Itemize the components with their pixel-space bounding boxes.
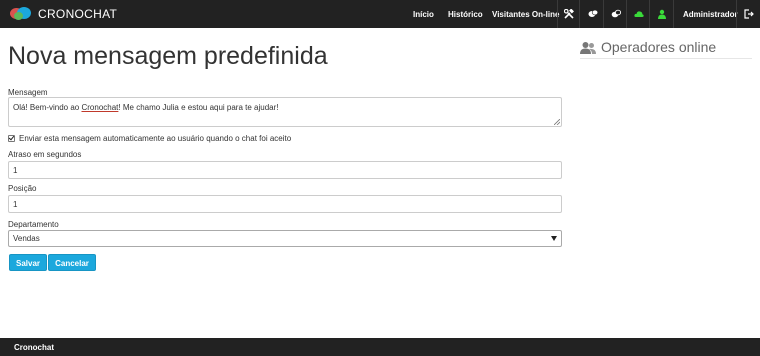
- nav-divider: [579, 0, 580, 28]
- department-select[interactable]: Vendas: [8, 230, 562, 247]
- auto-send-label: Enviar esta mensagem automaticamente ao …: [19, 133, 292, 143]
- user-menu-administrador[interactable]: Administrador: [683, 10, 738, 19]
- position-input[interactable]: 1: [8, 195, 562, 213]
- page-title: Nova mensagem predefinida: [8, 42, 328, 70]
- chat-bubbles-icon[interactable]: [588, 9, 598, 19]
- chat-bubbles-outline-icon[interactable]: [611, 9, 621, 19]
- nav-link-inicio[interactable]: Início: [413, 10, 434, 19]
- chat-bubbles-logo-icon: [8, 5, 32, 23]
- logout-icon[interactable]: [744, 9, 754, 19]
- footer-brand: Cronochat: [14, 343, 54, 352]
- nav-divider: [649, 0, 650, 28]
- auto-send-checkbox[interactable]: [8, 134, 15, 142]
- save-button[interactable]: Salvar: [9, 254, 47, 271]
- message-text-brand: Cronochat: [81, 103, 119, 112]
- footer: Cronochat: [0, 338, 760, 356]
- nav-link-historico[interactable]: Histórico: [448, 10, 483, 19]
- brand-link[interactable]: CRONOCHAT: [8, 4, 117, 24]
- nav-divider: [626, 0, 627, 28]
- nav-divider: [673, 0, 674, 28]
- nav-divider: [603, 0, 604, 28]
- position-label: Posição: [8, 184, 37, 193]
- top-navbar: CRONOCHAT Início Histórico Visitantes On…: [0, 0, 760, 28]
- nav-divider: [557, 0, 558, 28]
- online-operators-title: Operadores online: [601, 39, 717, 55]
- auto-send-checkbox-row: Enviar esta mensagem automaticamente ao …: [8, 133, 291, 143]
- message-text-part: ! Me chamo Julia e estou aqui para te aj…: [118, 103, 279, 112]
- users-icon: [580, 42, 596, 54]
- nav-link-visitantes-online[interactable]: Visitantes On-line: [492, 10, 559, 19]
- department-selected-value: Vendas: [13, 234, 40, 243]
- message-textarea[interactable]: Olá! Bem-vindo ao Cronochat! Me chamo Ju…: [8, 97, 562, 127]
- user-icon[interactable]: [657, 9, 667, 19]
- message-label: Mensagem: [8, 88, 48, 97]
- caret-down-icon: [551, 236, 557, 241]
- nav-divider: [736, 0, 737, 28]
- delay-input[interactable]: 1: [8, 161, 562, 179]
- message-text-part: Olá! Bem-vindo ao: [13, 103, 82, 112]
- cancel-button[interactable]: Cancelar: [48, 254, 96, 271]
- brand-name: CRONOCHAT: [38, 7, 118, 21]
- online-operators-header: Operadores online: [580, 39, 752, 59]
- tools-icon[interactable]: [564, 9, 574, 19]
- delay-label: Atraso em segundos: [8, 150, 82, 159]
- department-label: Departamento: [8, 220, 59, 229]
- cloud-icon[interactable]: [634, 9, 644, 19]
- resize-handle-icon[interactable]: [554, 119, 560, 125]
